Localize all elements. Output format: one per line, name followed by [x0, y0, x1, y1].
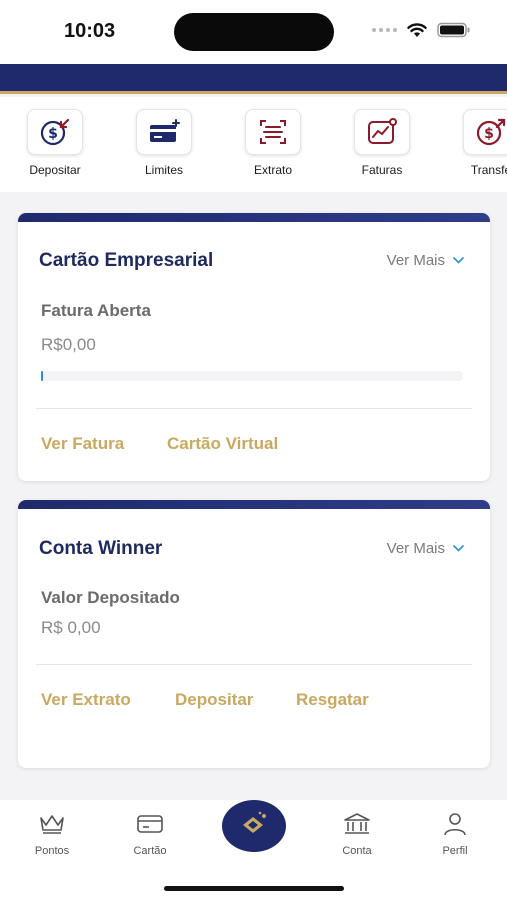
- chevron-down-icon: [453, 545, 464, 552]
- svg-text:$: $: [484, 126, 494, 142]
- battery-icon: [437, 22, 471, 38]
- status-time: 10:03: [64, 20, 116, 42]
- chevron-down-icon: [453, 257, 464, 264]
- fatura-progress-bar: [41, 371, 463, 381]
- tab-label: Conta: [342, 845, 372, 857]
- svg-text:$: $: [48, 126, 58, 142]
- fatura-progress-fill: [41, 371, 43, 381]
- tab-cartao[interactable]: Cartão: [110, 812, 190, 857]
- depositar-link[interactable]: Depositar: [175, 690, 253, 710]
- card-icon: [135, 812, 165, 841]
- valor-depositado-value: R$ 0,00: [41, 618, 101, 637]
- ver-mais-button[interactable]: Ver Mais: [387, 540, 464, 557]
- card-conta-winner: Conta Winner Ver Mais Valor Depositado R…: [18, 500, 490, 768]
- tab-label: Perfil: [442, 845, 468, 857]
- resgatar-link[interactable]: Resgatar: [296, 690, 369, 710]
- card-topbar: [18, 213, 490, 222]
- card-divider: [36, 664, 472, 665]
- shortcut-limites[interactable]: Limites: [119, 109, 209, 177]
- bottom-tab-bar: Pontos Cartão Conta Perfil: [0, 800, 507, 900]
- shortcut-transferir[interactable]: $ Transfe: [446, 109, 507, 177]
- ver-mais-label: Ver Mais: [386, 540, 445, 557]
- status-bar: 10:03: [0, 0, 507, 64]
- fatura-value: R$0,00: [41, 335, 96, 354]
- tab-pontos[interactable]: Pontos: [12, 812, 92, 857]
- shortcut-label: Depositar: [29, 163, 81, 177]
- wifi-icon: [407, 22, 427, 38]
- tab-label: Cartão: [133, 845, 167, 857]
- shortcut-depositar[interactable]: $ Depositar: [10, 109, 100, 177]
- fatura-aberta-label: Fatura Aberta: [41, 301, 151, 320]
- card-empresarial: Cartão Empresarial Ver Mais Fatura Abert…: [18, 213, 490, 481]
- card-title: Conta Winner: [39, 538, 163, 559]
- bank-icon: [342, 812, 372, 841]
- credit-card-icon: [136, 109, 192, 155]
- shortcut-label: Faturas: [361, 163, 403, 177]
- shortcut-label: Extrato: [253, 163, 292, 177]
- shortcut-label: Limites: [144, 163, 183, 177]
- card-title: Cartão Empresarial: [39, 250, 214, 271]
- card-divider: [36, 408, 472, 409]
- shortcuts-row: $ Depositar Limites Extrato Faturas $ Tr…: [0, 97, 507, 192]
- home-indicator: [164, 886, 344, 891]
- transfer-dollar-icon: $: [463, 109, 507, 155]
- tab-conta[interactable]: Conta: [317, 812, 397, 857]
- invoice-chart-icon: [354, 109, 410, 155]
- shortcut-label: Transfe: [470, 163, 507, 177]
- ver-mais-button[interactable]: Ver Mais: [387, 252, 464, 269]
- shortcut-extrato[interactable]: Extrato: [228, 109, 318, 177]
- tab-label: Pontos: [34, 845, 70, 857]
- status-icons: [372, 22, 471, 38]
- crown-icon: [37, 812, 67, 841]
- ver-mais-label: Ver Mais: [386, 252, 445, 269]
- statement-scan-icon: [245, 109, 301, 155]
- ver-fatura-link[interactable]: Ver Fatura: [41, 434, 124, 454]
- ver-extrato-link[interactable]: Ver Extrato: [41, 690, 131, 710]
- home-center-button[interactable]: [222, 800, 286, 852]
- deposit-dollar-icon: $: [27, 109, 83, 155]
- card-topbar: [18, 500, 490, 509]
- header-band: [0, 64, 507, 94]
- user-icon: [440, 812, 470, 841]
- home-center-icon: [237, 809, 271, 844]
- dynamic-island: [174, 13, 334, 51]
- valor-depositado-label: Valor Depositado: [41, 588, 180, 607]
- shortcut-faturas[interactable]: Faturas: [337, 109, 427, 177]
- tab-perfil[interactable]: Perfil: [415, 812, 495, 857]
- cartao-virtual-link[interactable]: Cartão Virtual: [167, 434, 278, 454]
- signal-icon: [372, 28, 397, 32]
